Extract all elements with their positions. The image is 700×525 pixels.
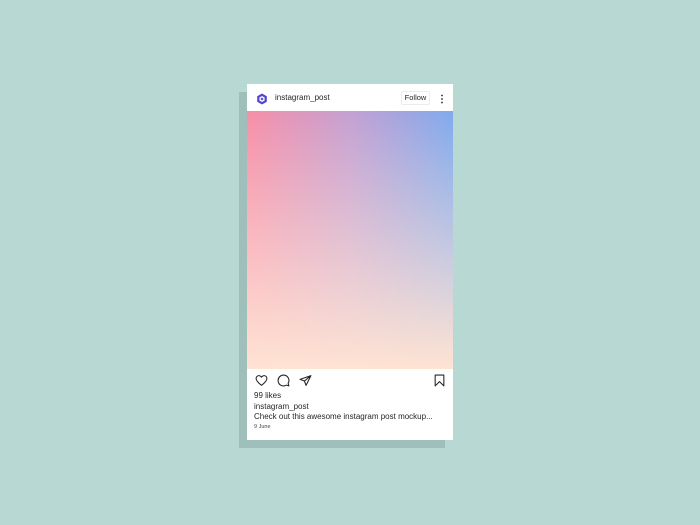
- post-card: instagram_post Follow 99 likes instagram…: [247, 84, 453, 440]
- hexagon-logo-icon[interactable]: [256, 92, 268, 105]
- post-actions: [247, 369, 453, 391]
- send-icon[interactable]: [299, 374, 312, 387]
- follow-button[interactable]: Follow: [401, 91, 430, 105]
- comment-icon[interactable]: [277, 374, 290, 387]
- caption-text: Check out this awesome instagram post mo…: [254, 412, 433, 421]
- more-vertical-icon[interactable]: [439, 92, 445, 104]
- bookmark-icon[interactable]: [433, 374, 446, 387]
- post-date: 9 June: [254, 424, 271, 430]
- heart-icon[interactable]: [255, 374, 268, 387]
- post-image[interactable]: [247, 111, 453, 369]
- likes-count[interactable]: 99 likes: [254, 391, 281, 401]
- post-username[interactable]: instagram_post: [275, 92, 330, 103]
- caption-username[interactable]: instagram_post: [254, 402, 309, 412]
- post-header: instagram_post Follow: [247, 84, 453, 111]
